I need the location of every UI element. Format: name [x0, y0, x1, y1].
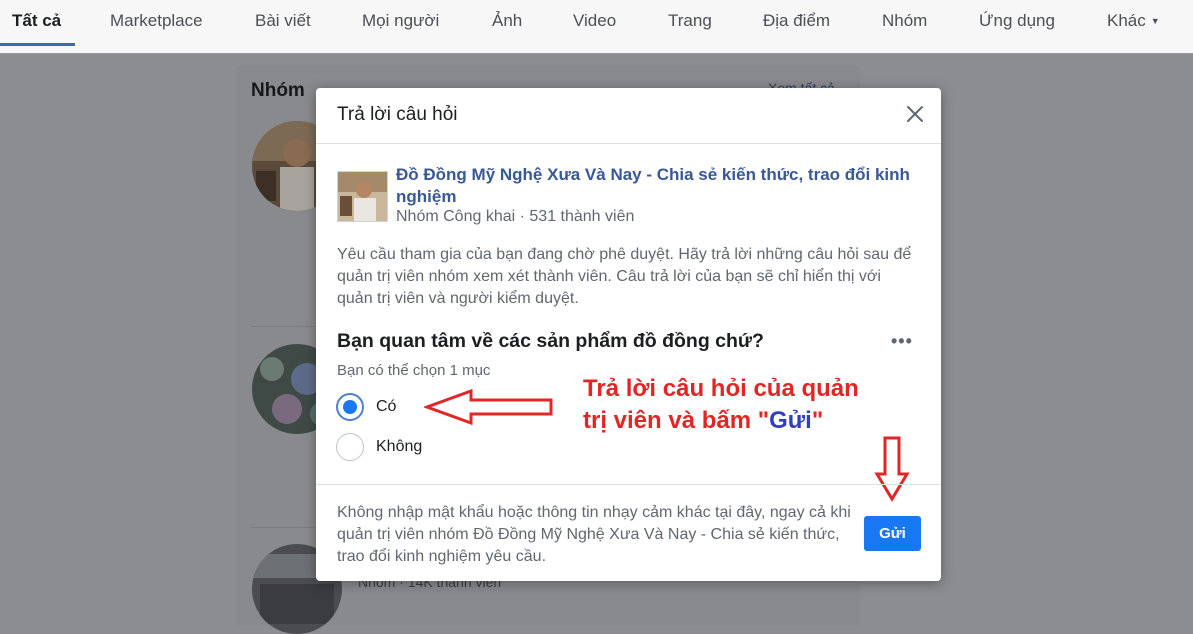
privacy-warning: Không nhập mật khẩu hoặc thông tin nhạy … [337, 504, 851, 565]
caret-down-icon: ▼ [1150, 16, 1160, 26]
annotation-line-2-prefix: trị viên và bấm " [583, 407, 770, 434]
option-no[interactable]: Không [336, 433, 536, 465]
tab-people[interactable]: Mọi người [362, 0, 439, 44]
option-yes-label: Có [376, 398, 397, 415]
tab-posts[interactable]: Bài viết [255, 0, 311, 44]
group-meta: Nhóm Công khai · 531 thành viên [396, 208, 635, 225]
annotation-line-1: Trả lời câu hỏi của quản [583, 375, 859, 402]
group-name-link[interactable]: Đồ Đồng Mỹ Nghệ Xưa Và Nay - Chia sẻ kiế… [396, 164, 916, 208]
tab-groups[interactable]: Nhóm [882, 0, 927, 44]
close-icon[interactable] [903, 102, 927, 126]
annotation-send-word: Gửi [769, 407, 812, 434]
dialog-title: Trả lời câu hỏi [337, 104, 458, 125]
question-hint: Bạn có thể chọn 1 mục [337, 362, 491, 379]
option-no-label: Không [376, 438, 423, 455]
annotation-line-2: trị viên và bấm "Gửi" [583, 405, 883, 437]
tab-places[interactable]: Địa điểm [763, 0, 830, 44]
search-filter-tabbar: Tất cả Marketplace Bài viết Mọi người Ản… [0, 0, 1193, 54]
radio-no[interactable] [336, 433, 364, 461]
pending-approval-notice: Yêu cầu tham gia của bạn đang chờ phê du… [337, 246, 912, 307]
tab-more[interactable]: Khác ▼ [1107, 0, 1160, 44]
tab-pages[interactable]: Trang [668, 0, 712, 44]
more-horizontal-icon[interactable]: ••• [891, 331, 913, 352]
tab-videos[interactable]: Video [573, 0, 616, 44]
dialog-header: Trả lời câu hỏi [316, 88, 941, 144]
annotation-line-2-suffix: " [811, 407, 824, 434]
question-title: Bạn quan tâm về các sản phẩm đồ đồng chứ… [337, 330, 764, 352]
annotation-caption: Trả lời câu hỏi của quản trị viên và bấm… [583, 373, 883, 437]
annotation-arrow-left-icon [422, 388, 554, 431]
active-tab-indicator [0, 43, 75, 46]
tab-marketplace[interactable]: Marketplace [110, 0, 203, 44]
annotation-arrow-down-icon [874, 436, 910, 507]
footer-divider [316, 484, 941, 485]
tab-more-label: Khác [1107, 11, 1146, 30]
result-divider [251, 527, 317, 528]
groups-section-title: Nhóm [251, 80, 305, 101]
answer-questions-dialog: Trả lời câu hỏi Đồ Đồng Mỹ Nghệ Xưa Và N… [316, 88, 941, 581]
tab-apps[interactable]: Ứng dụng [979, 0, 1055, 44]
group-thumbnail[interactable] [337, 171, 388, 222]
radio-yes[interactable] [336, 393, 364, 421]
tab-photos[interactable]: Ảnh [492, 0, 522, 44]
tab-all[interactable]: Tất cả [12, 0, 61, 44]
result-divider [251, 326, 317, 327]
send-button[interactable]: Gửi [864, 516, 921, 551]
